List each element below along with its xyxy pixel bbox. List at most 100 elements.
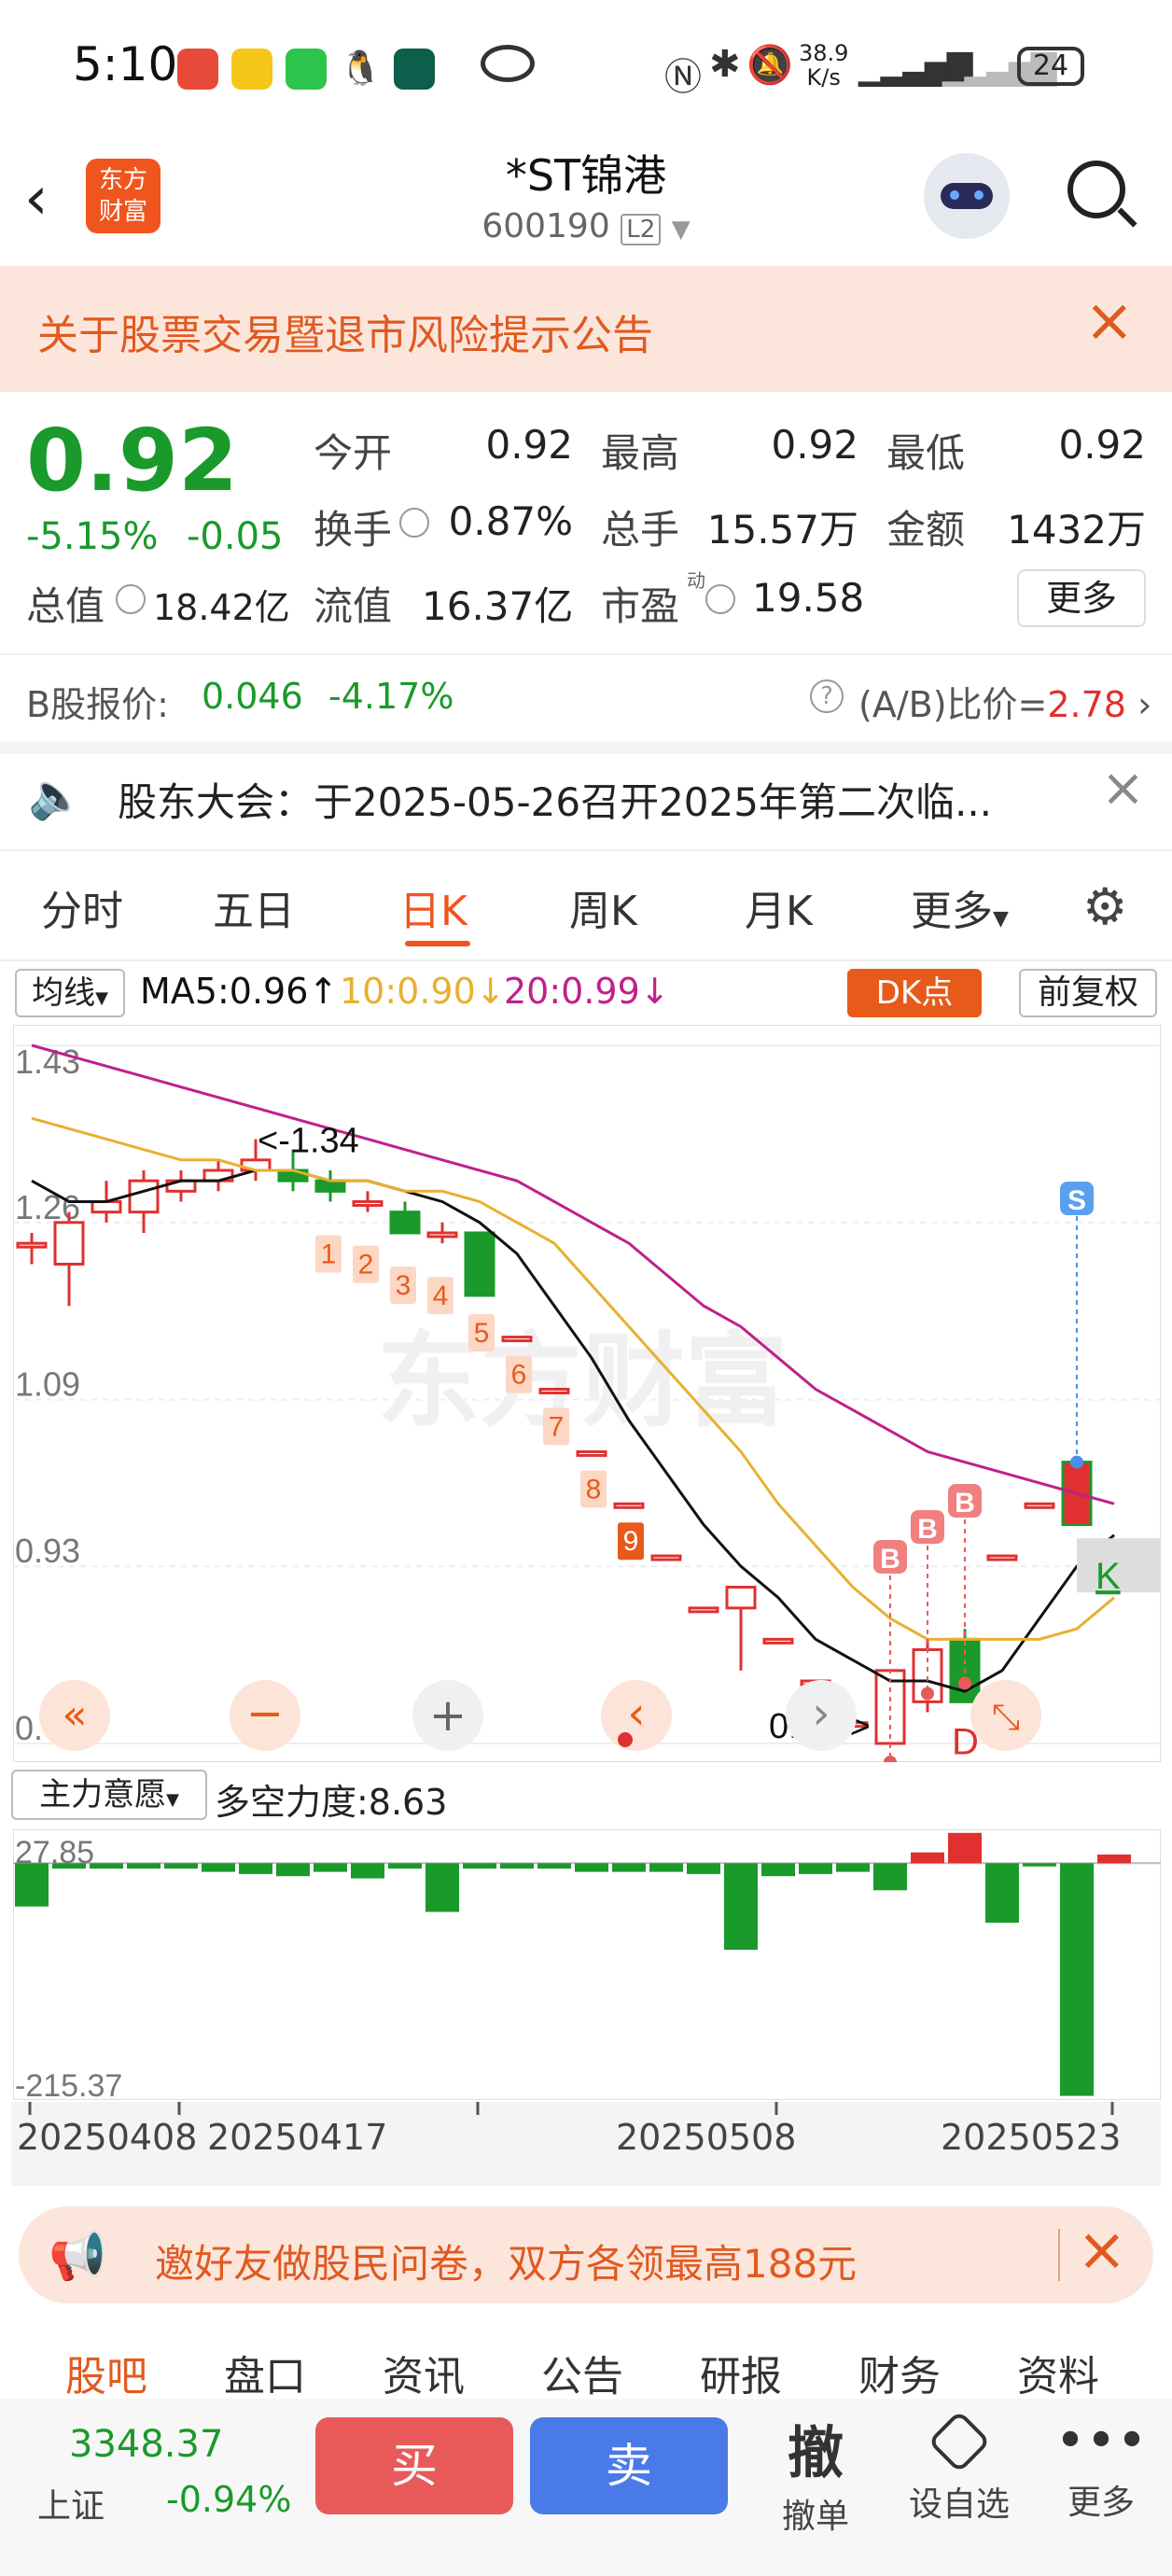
sub-indicator-bar [873,1863,907,1891]
index-value[interactable]: 3348.37 [69,2423,223,2466]
survey-banner[interactable]: 📢 邀好友做股民问卷，双方各领最高188元 × [19,2206,1153,2303]
banner-text: 邀好友做股民问卷，双方各领最高188元 [155,2241,858,2287]
sequence-label: 5 [474,1318,490,1349]
candle-body [613,1502,645,1509]
close-icon[interactable]: × [1084,287,1135,356]
date-label: 20250417 [207,2117,388,2158]
sub-indicator-chart[interactable]: 27.85 -215.37 [13,1829,1161,2100]
amount-value: 1432万 [1007,507,1146,553]
y-tick-label: 0.93 [15,1532,80,1570]
level-badge: L2 [621,214,662,245]
sub-indicator-bar [500,1863,534,1869]
ma-select[interactable]: 均线▼ [15,969,125,1017]
sub-indicator-select[interactable]: 主力意愿▼ [11,1770,207,1820]
sub-indicator-bar [90,1863,123,1869]
kline-chart[interactable]: 东方财富 1.431.261.090.930.76 <-1.340.76->12… [13,1025,1161,1762]
sub-indicator-bar [687,1863,720,1874]
tab-more-label: 更多 [911,888,993,935]
more-quote-button[interactable]: 更多 [1017,569,1146,627]
info-icon[interactable] [399,508,429,538]
long-short-strength: 多空力度:8.63 [215,1782,448,1823]
sequence-label: 2 [358,1250,374,1281]
low-label: 最低 [886,430,966,476]
stock-header: ‹ 东方 财富 *ST锦港 600190 L2 ▼ [0,131,1172,266]
info-icon[interactable] [705,584,735,614]
search-icon[interactable] [1067,161,1125,218]
candle-body [464,1231,495,1297]
tab-more[interactable]: 更多▼ [911,877,1009,937]
stock-code-value: 600190 [481,207,610,245]
add-watchlist-button[interactable]: 设自选 [903,2408,1015,2526]
chevron-right-icon: › [1137,684,1152,725]
date-label: 20250408 [17,2117,198,2158]
close-icon[interactable]: × [1077,2216,1127,2285]
app-icon [394,49,435,90]
candle-body [53,1221,85,1266]
sub-indicator-bar [649,1863,683,1872]
clock: 5:10 [73,37,178,91]
more-button[interactable]: ••• 更多 [1045,2408,1157,2524]
date-axis: 20250408 20250417 20250508 20250523 [11,2102,1161,2186]
sub-top-label: 27.85 [15,1835,94,1870]
bluetooth-icon: ✱ [709,43,741,86]
tab-daily-k[interactable]: 日K [399,877,467,937]
expand-icon: ⤡ [992,1696,1020,1737]
buy-signal-dot [958,1676,971,1690]
tab-weekly-k[interactable]: 周K [569,877,637,937]
assistant-robot-icon[interactable] [924,153,1010,239]
sub-indicator-bar [985,1863,1019,1924]
close-icon[interactable]: × [1101,758,1145,819]
cancel-order-button[interactable]: 撤 撤单 [760,2408,872,2538]
pe-value: 19.58 [752,575,865,621]
tab-order-book[interactable]: 盘口 [224,2343,306,2402]
sequence-label: 1 [321,1239,337,1269]
ab-ratio-label: (A/B)比价= [858,684,1048,725]
tab-research[interactable]: 研报 [700,2343,782,2402]
float-label: 流值 [314,583,393,629]
tab-monthly-k[interactable]: 月K [745,877,813,937]
high-value: 0.92 [771,422,858,468]
double-chevron-left-icon: « [63,1691,88,1739]
sub-indicator-bar [911,1852,944,1864]
tab-profile[interactable]: 资料 [1017,2343,1099,2402]
help-icon[interactable]: ? [810,679,844,713]
info-icon[interactable] [116,584,146,614]
chevron-right-icon: › [812,1687,830,1740]
arrow-up-icon: ↑ [308,971,339,1012]
tab-finance[interactable]: 财务 [858,2343,941,2402]
ma20-text: 20:0.99 [504,971,640,1012]
current-price: 0.92 [26,411,238,511]
dk-point-button[interactable]: DK点 [847,969,982,1017]
sub-indicator-bar [799,1863,832,1874]
tab-timeshare[interactable]: 分时 [41,877,123,937]
tab-news[interactable]: 资讯 [383,2343,465,2402]
sub-indicator-bar [575,1863,608,1872]
megaphone-icon: 📢 [49,2229,107,2283]
buy-signal-dot [921,1687,934,1701]
eye-icon [481,45,535,82]
y-tick-label: 1.43 [15,1043,80,1081]
tab-guba[interactable]: 股吧 [65,2343,147,2402]
sell-button[interactable]: 卖 [530,2417,728,2514]
amount-label: 金额 [886,507,966,553]
adjust-button[interactable]: 前复权 [1019,969,1157,1017]
risk-notice-banner[interactable]: 关于股票交易暨退市风险提示公告 × [0,266,1172,392]
buy-button[interactable]: 买 [315,2417,513,2514]
candle-body [426,1231,458,1239]
settings-gear-icon[interactable]: ⚙ [1082,877,1127,936]
dropdown-icon: ▼ [95,988,108,1008]
cancel-icon: 撤 [788,2421,844,2486]
dropdown-icon: ▼ [993,907,1009,931]
sequence-label: 7 [549,1411,565,1442]
tab-announcements[interactable]: 公告 [541,2343,623,2402]
sub-indicator-bar [239,1863,272,1874]
ab-ratio[interactable]: (A/B)比价=2.78 › [858,676,1151,727]
candle-body [762,1637,794,1645]
sub-indicator-bar [612,1863,646,1872]
open-value: 0.92 [485,422,573,468]
sequence-label: 6 [511,1360,527,1391]
sell-signal-dot [1070,1455,1083,1469]
tab-five-day[interactable]: 五日 [213,877,295,937]
announcement-text[interactable]: 股东大会：于2025-05-26召开2025年第二次临... [118,771,992,828]
minus-icon: − [246,1687,284,1740]
